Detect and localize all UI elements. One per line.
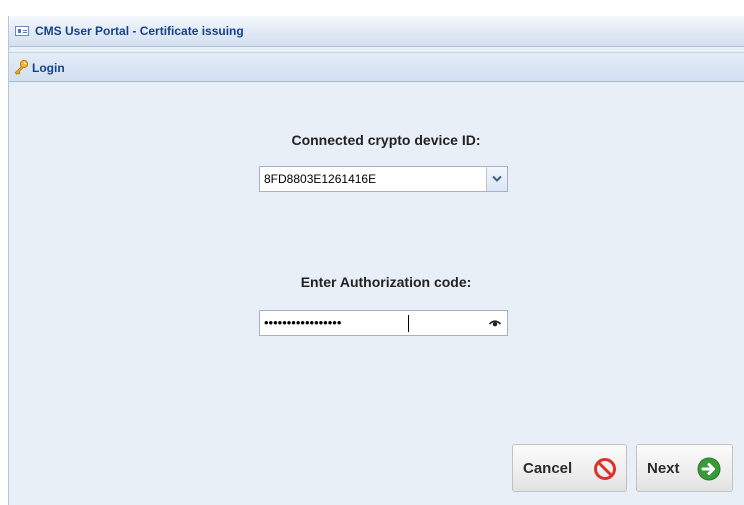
- login-panel-header: Login: [9, 52, 744, 82]
- device-id-label: Connected crypto device ID:: [291, 132, 481, 148]
- cancel-button[interactable]: Cancel: [512, 444, 627, 492]
- key-icon: [14, 59, 29, 75]
- window-title: CMS User Portal - Certificate issuing: [35, 24, 244, 38]
- reveal-password-eye-icon[interactable]: [489, 319, 501, 328]
- window-titlebar: CMS User Portal - Certificate issuing: [9, 16, 744, 47]
- next-button-label: Next: [647, 460, 680, 477]
- authorization-code-masked-value: •••••••••••••••••: [264, 315, 342, 330]
- cancel-button-label: Cancel: [523, 460, 573, 477]
- arrow-right-circle-icon: [697, 457, 721, 481]
- no-entry-icon: [594, 458, 616, 480]
- authorization-code-input[interactable]: •••••••••••••••••: [259, 310, 508, 336]
- device-id-select[interactable]: 8FD8803E1261416E: [259, 166, 508, 192]
- portal-window: CMS User Portal - Certificate issuing Lo…: [8, 16, 744, 505]
- login-panel-title: Login: [32, 61, 65, 75]
- text-caret: [408, 315, 409, 332]
- chevron-down-icon: [492, 175, 502, 182]
- authorization-code-label: Enter Authorization code:: [300, 274, 472, 290]
- device-id-dropdown-trigger[interactable]: [486, 167, 507, 191]
- next-button[interactable]: Next: [636, 444, 733, 492]
- login-form: Connected crypto device ID: 8FD8803E1261…: [9, 82, 744, 505]
- window-app-icon: [15, 26, 29, 36]
- device-id-value: 8FD8803E1261416E: [264, 172, 377, 186]
